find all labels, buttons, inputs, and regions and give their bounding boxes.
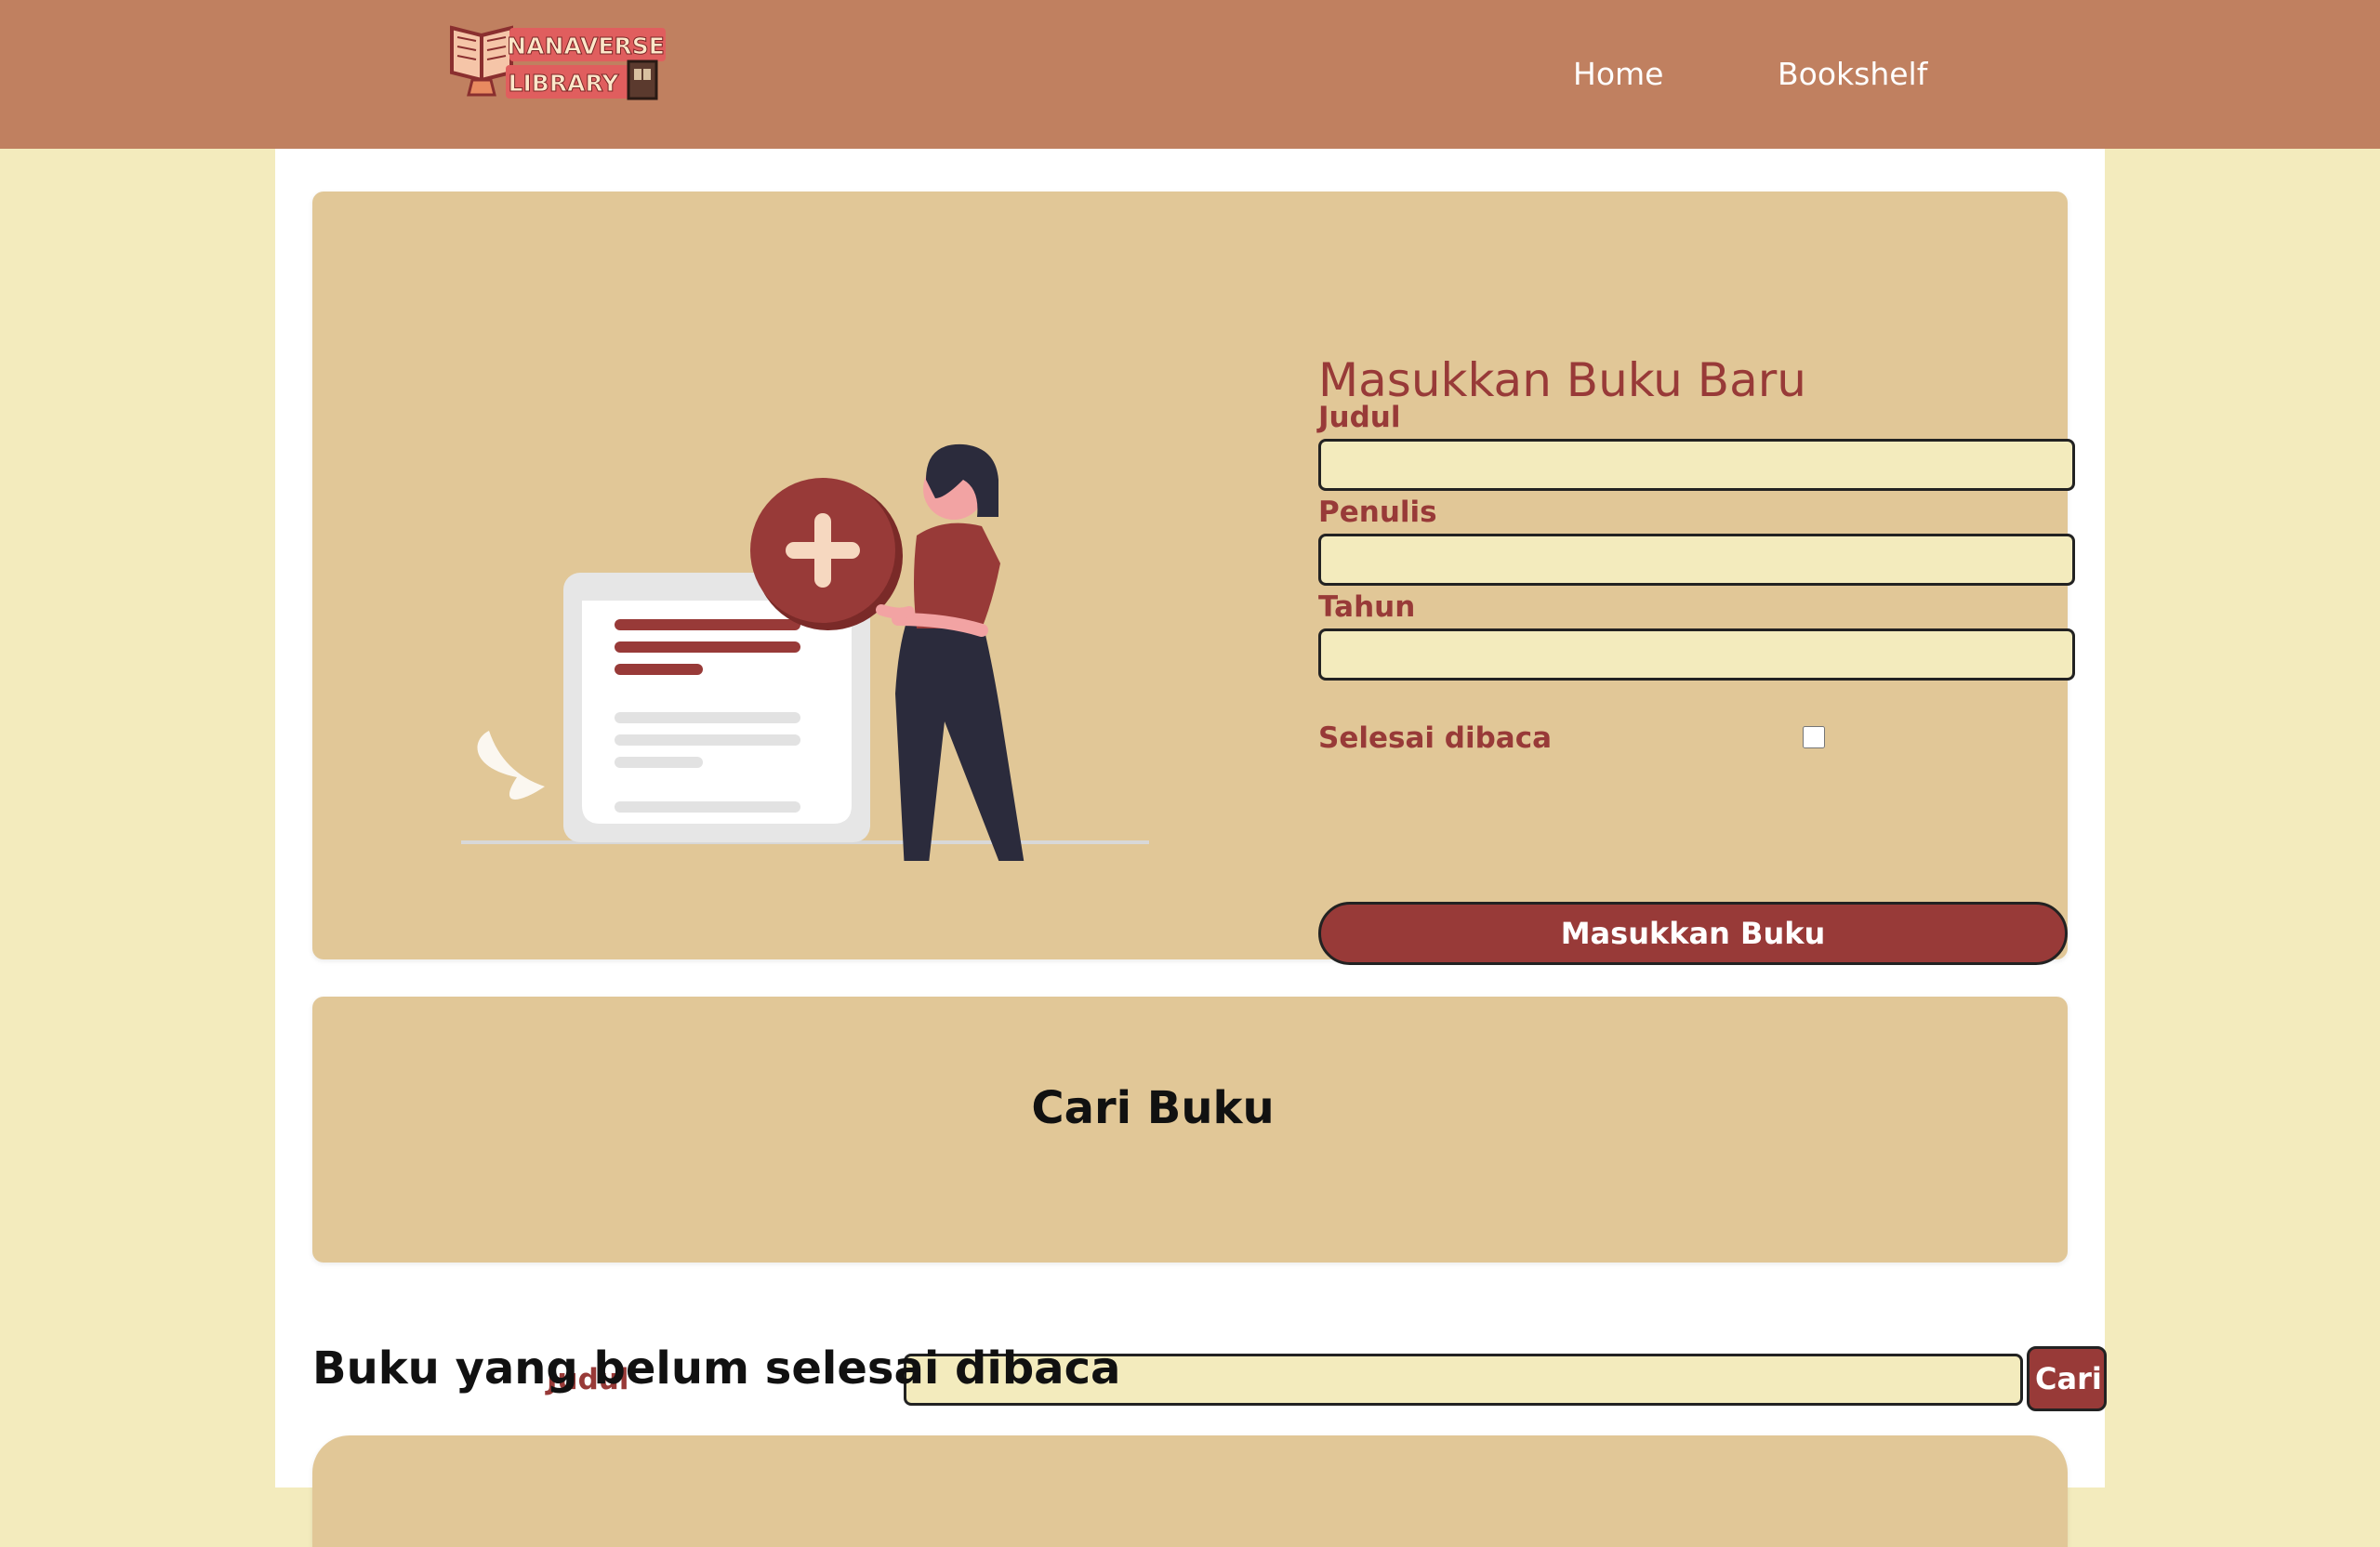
nav-home-link[interactable]: Home — [1573, 52, 1663, 97]
book-title-input[interactable] — [1318, 439, 2075, 491]
main-content: Masukkan Buku Baru Judul Penulis Tahun S… — [275, 149, 2107, 1547]
search-submit-button[interactable]: Cari — [2027, 1346, 2107, 1411]
nanaverse-library-logo[interactable]: NANAVERSE LIBRARY — [444, 20, 673, 113]
input-book-section: Masukkan Buku Baru Judul Penulis Tahun S… — [312, 192, 2075, 965]
incomplete-shelf-heading: Buku yang belum selesai dibaca — [312, 1342, 1121, 1395]
author-field-label: Penulis — [1318, 496, 1437, 529]
is-complete-checkbox[interactable] — [1803, 726, 1825, 748]
svg-text:LIBRARY: LIBRARY — [509, 70, 620, 97]
nav-bookshelf-link[interactable]: Bookshelf — [1778, 52, 1927, 97]
title-field-label: Judul — [1318, 401, 1401, 434]
add-document-illustration — [461, 443, 1149, 861]
submit-book-button[interactable]: Masukkan Buku — [1318, 902, 2068, 965]
book-author-input[interactable] — [1318, 534, 2075, 586]
is-complete-label: Selesai dibaca — [1318, 721, 1553, 755]
book-year-input[interactable] — [1318, 628, 2075, 681]
incomplete-book-list — [312, 1435, 2068, 1547]
search-section-title: Cari Buku — [1031, 1082, 1275, 1134]
year-field-label: Tahun — [1318, 590, 1416, 624]
top-navbar: NANAVERSE LIBRARY Home Bookshelf — [0, 0, 2380, 149]
svg-text:NANAVERSE: NANAVERSE — [507, 33, 665, 60]
